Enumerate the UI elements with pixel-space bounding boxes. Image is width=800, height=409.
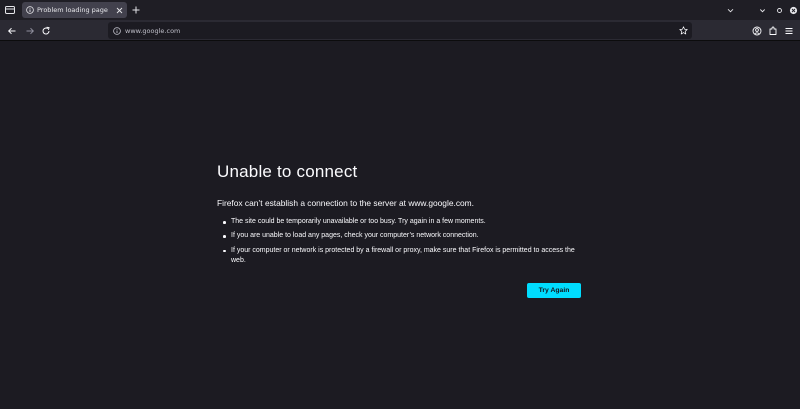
new-tab-icon[interactable] <box>131 5 141 15</box>
tab-list-icon[interactable] <box>4 4 16 16</box>
extensions-icon[interactable] <box>767 25 778 36</box>
close-icon[interactable] <box>788 5 798 15</box>
tab-strip: Problem loading page <box>0 0 800 20</box>
error-suggestions: The site could be temporarily unavailabl… <box>217 217 583 267</box>
info-icon <box>26 6 34 14</box>
reload-icon[interactable] <box>40 25 51 36</box>
error-container: Unable to connect Firefox can’t establis… <box>217 162 583 298</box>
tab-title: Problem loading page <box>37 6 108 14</box>
tab-close-icon[interactable] <box>115 6 124 15</box>
bookmark-star-icon[interactable] <box>679 26 688 35</box>
account-icon[interactable] <box>751 25 762 36</box>
minimize-icon[interactable] <box>757 5 767 15</box>
url-text[interactable]: www.google.com <box>125 27 180 35</box>
forward-icon[interactable] <box>24 25 35 36</box>
try-again-button[interactable]: Try Again <box>527 283 581 298</box>
maximize-icon[interactable] <box>774 5 784 15</box>
list-item: If you are unable to load any pages, che… <box>217 231 583 241</box>
back-icon[interactable] <box>6 25 17 36</box>
list-item: The site could be temporarily unavailabl… <box>217 217 583 227</box>
error-description: Firefox can’t establish a connection to … <box>217 198 474 208</box>
menu-icon[interactable] <box>783 25 794 36</box>
address-bar[interactable]: www.google.com <box>108 22 692 39</box>
chevron-down-icon[interactable] <box>725 5 735 15</box>
error-title: Unable to connect <box>217 162 358 181</box>
page-content: Unable to connect Firefox can’t establis… <box>0 42 800 409</box>
info-icon[interactable] <box>113 26 121 35</box>
navigation-toolbar: www.google.com <box>0 20 800 41</box>
list-item: If your computer or network is protected… <box>217 246 583 267</box>
tab-active[interactable]: Problem loading page <box>22 2 127 18</box>
